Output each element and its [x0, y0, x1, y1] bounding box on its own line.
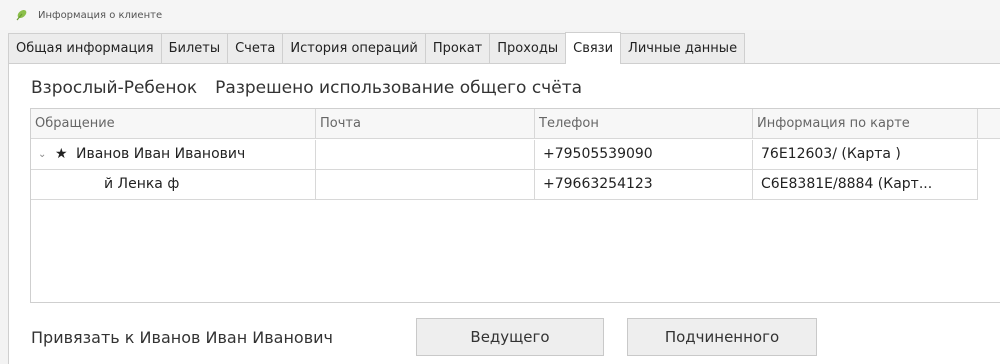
phone-cell[interactable]: +79505539090	[535, 140, 753, 170]
tab-passes[interactable]: Проходы	[489, 33, 567, 63]
email-cell[interactable]	[316, 140, 535, 170]
tab-rental[interactable]: Прокат	[424, 33, 491, 63]
lead-button[interactable]: Ведущего	[416, 318, 604, 356]
extra-cell	[978, 170, 1000, 200]
tab-accounts[interactable]: Счета	[227, 33, 284, 63]
relations-table: Обращение Почта Телефон Информация по ка…	[30, 108, 1000, 303]
tab-personal-data[interactable]: Личные данные	[620, 33, 746, 63]
tab-operations-history[interactable]: История операций	[282, 33, 426, 63]
window-title: Информация о клиенте	[38, 9, 163, 21]
table-row[interactable]: ⌄ ★ Иванов Иван Иванович +79505539090 76…	[31, 140, 1000, 170]
bind-bar: Привязать к Иванов Иван Иванович Ведущег…	[31, 317, 817, 357]
tab-relations[interactable]: Связи	[565, 32, 622, 64]
chevron-down-icon[interactable]: ⌄	[38, 140, 46, 169]
column-header-address[interactable]: Обращение	[31, 109, 316, 139]
star-icon: ★	[55, 146, 68, 162]
leaf-icon	[16, 9, 27, 21]
table-row[interactable]: й Ленка ф +79663254123 C6E8381E/8884 (Ка…	[31, 170, 1000, 200]
relation-type-label: Взрослый-Ребенок	[31, 78, 198, 98]
phone-cell[interactable]: +79663254123	[535, 170, 753, 200]
column-header-extra	[978, 109, 1000, 139]
bind-to-label: Привязать к Иванов Иван Иванович	[31, 327, 333, 347]
card-info-cell[interactable]: C6E8381E/8884 (Карт...	[753, 170, 978, 200]
extra-cell	[978, 140, 1000, 170]
email-cell[interactable]	[316, 170, 535, 200]
column-header-phone[interactable]: Телефон	[535, 109, 753, 139]
relations-heading: Взрослый-Ребенок Разрешено использование …	[31, 78, 600, 98]
subordinate-button[interactable]: Подчиненного	[627, 318, 817, 356]
client-name: Иванов Иван Иванович	[76, 146, 246, 162]
card-info-cell[interactable]: 76E12603/ (Карта )	[753, 140, 978, 170]
tab-general[interactable]: Общая информация	[8, 33, 162, 63]
column-header-email[interactable]: Почта	[316, 109, 535, 139]
client-name: й Ленка ф	[104, 176, 180, 192]
tab-strip: Общая информация Билеты Счета История оп…	[8, 32, 746, 64]
name-cell[interactable]: ⌄ ★ Иванов Иван Иванович	[31, 140, 316, 170]
table-header-row: Обращение Почта Телефон Информация по ка…	[31, 109, 1000, 139]
name-cell[interactable]: й Ленка ф	[31, 170, 316, 200]
tab-tickets[interactable]: Билеты	[160, 33, 229, 63]
column-header-card-info[interactable]: Информация по карте	[753, 109, 978, 139]
window-titlebar: Информация о клиенте	[0, 0, 1000, 30]
shared-account-permission-label: Разрешено использование общего счёта	[215, 78, 583, 98]
